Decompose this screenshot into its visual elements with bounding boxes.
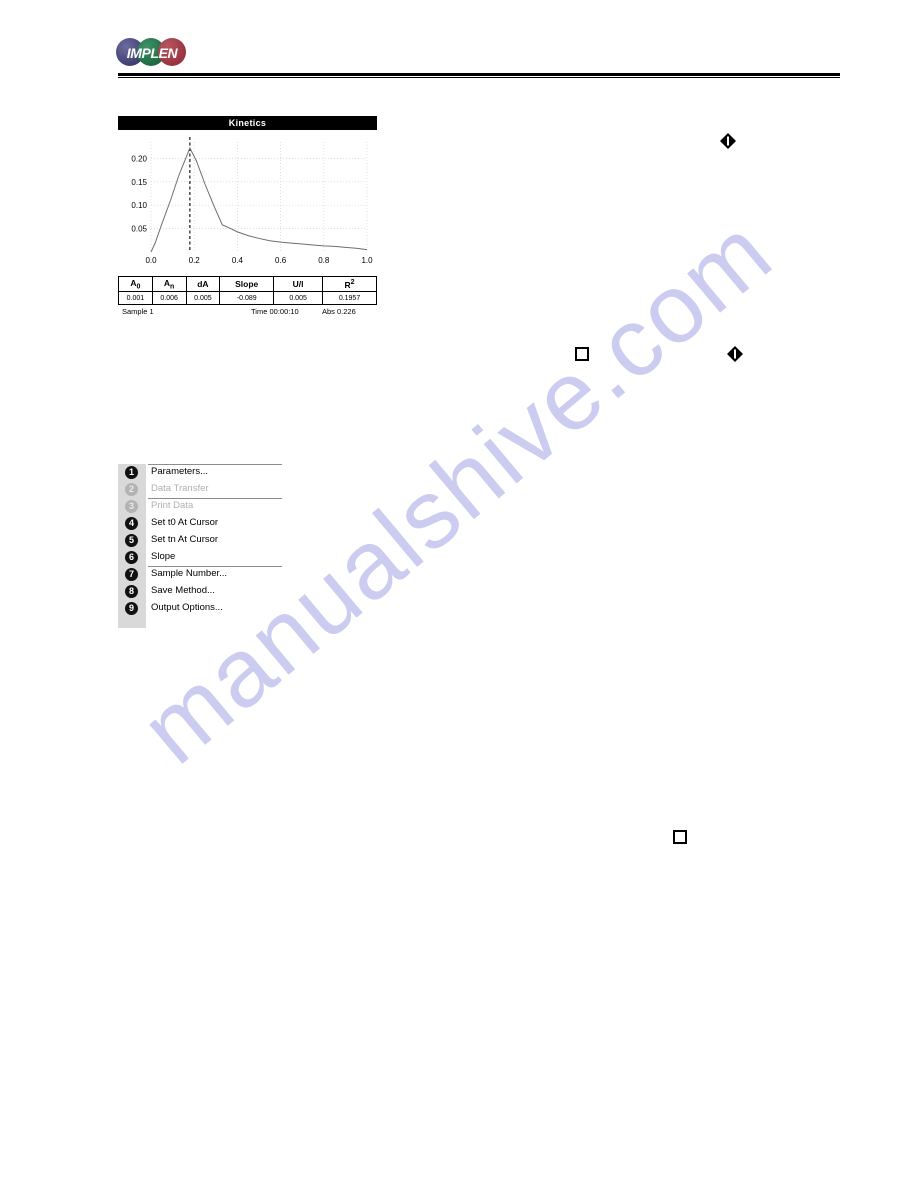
svg-text:0.6: 0.6: [275, 256, 287, 265]
results-table: A0 An dA Slope U/l R2 0.001 0.006 0.005 …: [118, 276, 377, 305]
menu-item-data-transfer: 2 Data Transfer: [118, 481, 282, 498]
header-r2: R2: [322, 276, 377, 292]
screen-status-bar: Sample 1 Time 00:00:10 Abs 0.226: [118, 305, 377, 318]
value-r2: 0.1957: [322, 291, 377, 305]
menu-item-number-badge: 7: [125, 568, 138, 581]
menu-item-slope[interactable]: 6 Slope: [118, 549, 282, 566]
menu-item-output-options[interactable]: 9 Output Options...: [118, 600, 282, 617]
page-content: IMPLEN Kinetics 0.05 0.10 0.15 0.20 0.0 0.2 0…: [0, 0, 918, 1188]
header-slope: Slope: [219, 276, 275, 292]
menu-item-number-badge: 3: [125, 500, 138, 513]
diamond-enter-icon-svg: [727, 346, 743, 362]
menu-item-number-badge: 6: [125, 551, 138, 564]
header-rule: [118, 73, 840, 78]
menu-separator: [148, 566, 282, 567]
header-an: An: [151, 276, 187, 292]
menu-separator: [148, 464, 282, 465]
chart-data-trace: [150, 146, 368, 253]
menu-item-label: Save Method...: [151, 585, 215, 596]
svg-text:0.05: 0.05: [131, 225, 147, 234]
svg-text:0.4: 0.4: [232, 256, 244, 265]
chart-y-tick-labels: 0.05 0.10 0.15 0.20: [131, 154, 147, 233]
menu-item-number-badge: 5: [125, 534, 138, 547]
svg-text:0.10: 0.10: [131, 201, 147, 210]
results-value-row: 0.001 0.006 0.005 -0.089 0.005 0.1957: [118, 291, 377, 305]
diamond-enter-icon[interactable]: [719, 132, 737, 150]
menu-item-number-badge: 2: [125, 483, 138, 496]
header-a0: A0: [118, 276, 153, 292]
menu-item-number-badge: 1: [125, 466, 138, 479]
menu-item-label: Output Options...: [151, 602, 223, 613]
square-blank-icon[interactable]: [575, 347, 589, 361]
value-da: 0.005: [185, 291, 221, 305]
value-ui: 0.005: [273, 291, 324, 305]
value-slope: -0.089: [219, 291, 275, 305]
menu-item-label: Data Transfer: [151, 483, 209, 494]
header-ui: U/l: [273, 276, 324, 292]
menu-item-parameters[interactable]: 1 Parameters...: [118, 464, 282, 481]
header-a0-sub: 0: [136, 283, 141, 291]
menu-item-label: Set tn At Cursor: [151, 534, 219, 545]
svg-text:0.2: 0.2: [189, 256, 201, 265]
svg-text:1.0: 1.0: [361, 256, 373, 265]
menu-item-set-t0-at-cursor[interactable]: 4 Set t0 At Cursor: [118, 515, 282, 532]
chart-x-tick-labels: 0.0 0.2 0.4 0.6 0.8 1.0: [145, 256, 373, 265]
menu-item-print-data: 3 Print Data: [118, 498, 282, 515]
value-an: 0.006: [151, 291, 187, 305]
diamond-enter-icon-svg: [720, 133, 736, 149]
results-header-row: A0 An dA Slope U/l R2: [118, 276, 377, 292]
status-time: Time 00:00:10: [251, 307, 299, 316]
chart-gridlines-horizontal: [151, 158, 367, 229]
menu-item-set-tn-at-cursor[interactable]: 5 Set tn At Cursor: [118, 532, 282, 549]
diamond-enter-icon[interactable]: [726, 345, 744, 363]
header-da: dA: [185, 276, 221, 292]
menu-item-label: Sample Number...: [151, 568, 228, 579]
svg-text:0.8: 0.8: [318, 256, 330, 265]
svg-text:0.0: 0.0: [145, 256, 157, 265]
screen-title: Kinetics: [118, 116, 377, 130]
kinetics-chart: 0.05 0.10 0.15 0.20 0.0 0.2 0.4 0.6 0.8 1.0: [118, 130, 377, 276]
menu-item-label: Print Data: [151, 500, 194, 511]
menu-item-number-badge: 9: [125, 602, 138, 615]
menu-item-save-method[interactable]: 8 Save Method...: [118, 583, 282, 600]
square-blank-icon[interactable]: [673, 830, 687, 844]
kinetics-chart-svg: 0.05 0.10 0.15 0.20 0.0 0.2 0.4 0.6 0.8 1.0: [131, 137, 373, 265]
instrument-screen: Kinetics 0.05 0.10 0.15 0.20 0.0 0.2 0.4 0.6 0.…: [118, 116, 377, 318]
menu-separator: [148, 498, 282, 499]
logo-wordmark: IMPLEN: [126, 45, 178, 61]
menu-item-label: Set t0 At Cursor: [151, 517, 219, 528]
menu-item-sample-number[interactable]: 7 Sample Number...: [118, 566, 282, 583]
header-r2-sup: 2: [350, 278, 355, 286]
value-a0: 0.001: [118, 291, 153, 305]
implen-logo: IMPLEN: [116, 36, 188, 68]
svg-text:0.20: 0.20: [131, 154, 147, 163]
menu-item-number-badge: 4: [125, 517, 138, 530]
status-sample: Sample 1: [122, 307, 154, 316]
menu-item-number-badge: 8: [125, 585, 138, 598]
status-abs: Abs 0.226: [322, 307, 356, 316]
svg-text:0.15: 0.15: [131, 178, 147, 187]
menu-item-label: Parameters...: [151, 466, 209, 477]
header-rule-thin: [118, 77, 840, 78]
header-an-sub: n: [170, 283, 175, 291]
kinetics-menu: 1 Parameters... 2 Data Transfer 3 Print Data 4…: [118, 464, 282, 628]
menu-item-label: Slope: [151, 551, 176, 562]
